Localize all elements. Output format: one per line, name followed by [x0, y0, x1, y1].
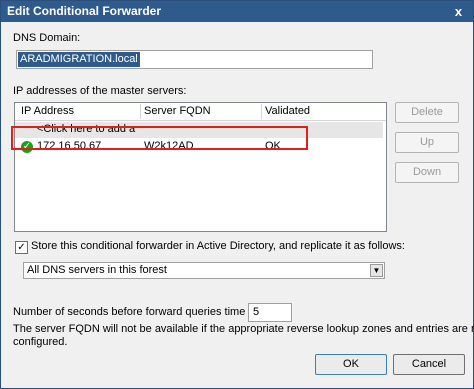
chevron-down-icon[interactable]: ▼ [370, 264, 383, 277]
master-servers-label: IP addresses of the master servers: [13, 85, 187, 97]
replication-scope-value: All DNS servers in this forest [27, 264, 167, 276]
highlight-box [11, 126, 308, 150]
column-header-ip[interactable]: IP Address [21, 105, 74, 117]
fqdn-note-line2: configured. [13, 336, 68, 348]
store-in-ad-checkbox[interactable]: ✓ [15, 241, 28, 254]
down-button[interactable]: Down [395, 162, 459, 183]
timeout-value: 5 [253, 306, 260, 318]
dns-domain-label: DNS Domain: [13, 32, 81, 44]
replication-scope-select[interactable]: All DNS servers in this forest ▼ [23, 262, 385, 279]
delete-button[interactable]: Delete [395, 102, 459, 123]
ok-button[interactable]: OK [315, 354, 387, 375]
cancel-button[interactable]: Cancel [393, 354, 465, 375]
store-in-ad-label[interactable]: Store this conditional forwarder in Acti… [31, 240, 405, 252]
column-divider[interactable] [261, 104, 262, 119]
dialog-window: Edit Conditional Forwarder x DNS Domain:… [0, 0, 474, 389]
dns-domain-value: ARADMIGRATION.local [18, 52, 140, 67]
list-header: IP Address Server FQDN Validated [15, 103, 386, 121]
timeout-input[interactable]: 5 [248, 303, 292, 322]
title-bar[interactable]: Edit Conditional Forwarder x [1, 1, 473, 22]
dns-domain-field[interactable]: ARADMIGRATION.local [16, 50, 373, 69]
up-button[interactable]: Up [395, 132, 459, 153]
column-header-validated[interactable]: Validated [265, 105, 310, 117]
column-divider[interactable] [140, 104, 141, 119]
master-servers-list[interactable]: IP Address Server FQDN Validated <Click … [14, 102, 387, 232]
column-header-fqdn[interactable]: Server FQDN [144, 105, 211, 117]
close-icon[interactable]: x [448, 4, 469, 19]
timeout-label: Number of seconds before forward queries… [13, 306, 267, 318]
dialog-title: Edit Conditional Forwarder [7, 4, 162, 18]
fqdn-note-line1: The server FQDN will not be available if… [13, 323, 474, 335]
